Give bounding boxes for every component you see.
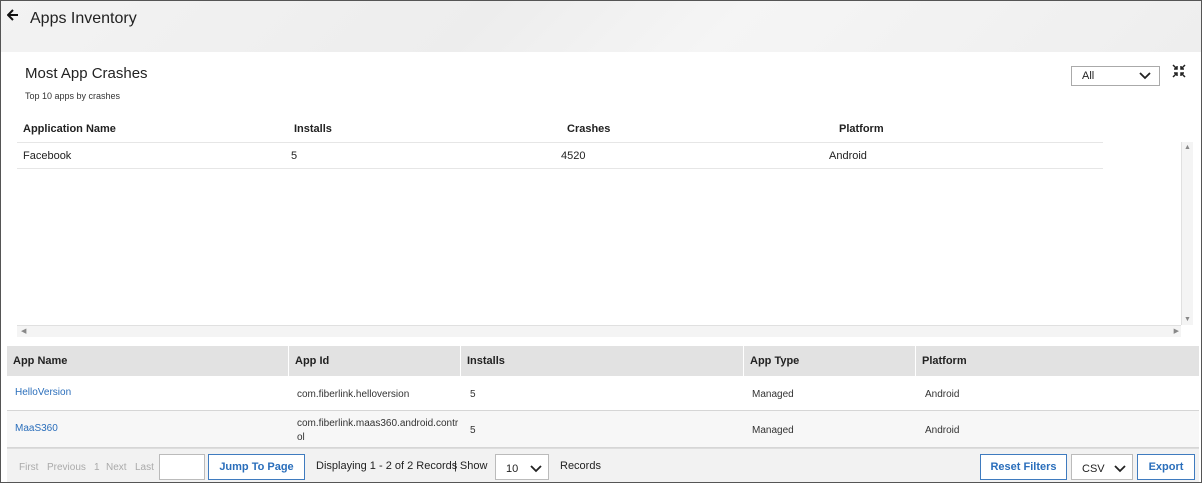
col-platform[interactable]: Platform xyxy=(839,123,884,135)
app-name-link[interactable]: HelloVersion xyxy=(15,387,71,398)
page-header: Apps Inventory xyxy=(1,1,1201,52)
widget-title: Most App Crashes xyxy=(25,65,148,82)
export-format-value: CSV xyxy=(1082,463,1105,475)
current-page-number: 1 xyxy=(94,462,100,473)
apps-grid-header: App Name App Id Installs App Type Platfo… xyxy=(7,346,1199,376)
scroll-right-icon[interactable]: ▶ xyxy=(1174,327,1179,335)
jump-page-input[interactable] xyxy=(159,454,205,480)
back-arrow-icon[interactable] xyxy=(6,9,21,25)
app-type: Managed xyxy=(752,389,794,400)
row-app-name: Facebook xyxy=(23,150,72,162)
table-row: HelloVersion com.fiberlink.helloversion … xyxy=(7,376,1199,411)
scroll-down-icon[interactable]: ▼ xyxy=(1184,316,1191,323)
app-platform: Android xyxy=(925,425,960,436)
records-label: Records xyxy=(560,460,601,472)
widget-table-header: Application Name Installs Crashes Platfo… xyxy=(17,116,1107,142)
page-size-value: 10 xyxy=(506,463,519,475)
scroll-left-icon[interactable]: ◀ xyxy=(21,327,26,335)
most-app-crashes-widget: Most App Crashes Top 10 apps by crashes … xyxy=(9,52,1193,340)
table-row: MaaS360 com.fiberlink.maas360.android.co… xyxy=(7,411,1199,448)
export-button[interactable]: Export xyxy=(1137,454,1195,480)
app-name-link[interactable]: MaaS360 xyxy=(15,423,58,434)
col-platform[interactable]: Platform xyxy=(916,346,1199,376)
filter-value: All xyxy=(1082,70,1095,82)
col-crashes[interactable]: Crashes xyxy=(567,123,610,135)
table-row: Facebook 5 4520 Android xyxy=(17,142,1103,169)
jump-to-page-button[interactable]: Jump To Page xyxy=(208,454,305,480)
platform-filter-select[interactable]: All xyxy=(1071,66,1160,86)
previous-page-link[interactable]: Previous xyxy=(47,462,86,473)
displaying-records-text: Displaying 1 - 2 of 2 Records xyxy=(316,460,458,472)
app-type: Managed xyxy=(752,425,794,436)
show-label: | Show xyxy=(454,460,488,472)
page-size-select[interactable]: 10 xyxy=(495,454,549,480)
horizontal-scrollbar[interactable]: ◀ ▶ xyxy=(17,325,1181,337)
col-app-id[interactable]: App Id xyxy=(289,346,461,376)
app-installs: 5 xyxy=(470,389,476,400)
row-platform: Android xyxy=(829,150,867,162)
next-page-link[interactable]: Next xyxy=(106,462,127,473)
page-title: Apps Inventory xyxy=(30,10,137,27)
first-page-link[interactable]: First xyxy=(19,462,38,473)
col-installs[interactable]: Installs xyxy=(294,123,332,135)
chevron-down-icon xyxy=(1139,72,1151,80)
col-application-name[interactable]: Application Name xyxy=(23,123,116,135)
collapse-icon[interactable] xyxy=(1172,64,1186,78)
row-crashes: 4520 xyxy=(561,150,586,162)
export-format-select[interactable]: CSV xyxy=(1071,454,1133,480)
pagination-bar: First Previous 1 Next Last Jump To Page … xyxy=(7,448,1199,482)
col-installs[interactable]: Installs xyxy=(461,346,744,376)
app-id: com.fiberlink.maas360.android.contr ol xyxy=(297,418,459,443)
app-platform: Android xyxy=(925,389,960,400)
last-page-link[interactable]: Last xyxy=(135,462,154,473)
scroll-up-icon[interactable]: ▲ xyxy=(1184,144,1191,151)
app-window: Apps Inventory Most App Crashes Top 10 a… xyxy=(0,0,1202,483)
col-app-type[interactable]: App Type xyxy=(744,346,916,376)
app-installs: 5 xyxy=(470,425,476,436)
row-installs: 5 xyxy=(291,150,298,162)
widget-subtitle: Top 10 apps by crashes xyxy=(25,91,121,101)
chevron-down-icon xyxy=(530,465,542,473)
col-app-name[interactable]: App Name xyxy=(7,346,289,376)
app-id: com.fiberlink.helloversion xyxy=(297,389,410,400)
chevron-down-icon xyxy=(1114,465,1126,473)
vertical-scrollbar[interactable]: ▲ ▼ xyxy=(1181,142,1193,325)
reset-filters-button[interactable]: Reset Filters xyxy=(980,454,1067,480)
